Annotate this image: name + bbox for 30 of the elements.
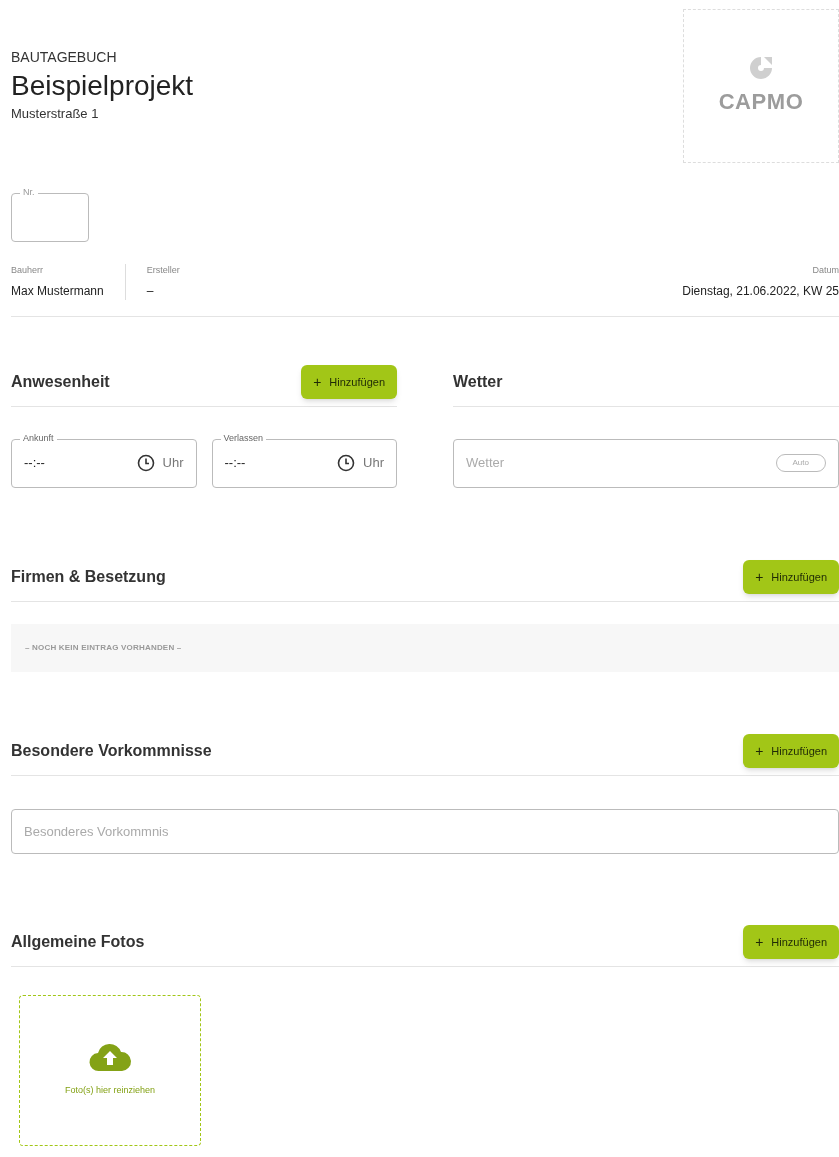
empty-text: – NOCH KEIN EINTRAG VORHANDEN – [25, 641, 182, 654]
clock-icon [136, 454, 155, 472]
unit-label: Uhr [162, 454, 184, 473]
drop-text: Foto(s) hier reinziehen [64, 1084, 155, 1098]
project-title: Beispielprojekt [11, 69, 194, 103]
add-button[interactable]: + Hinzufügen [743, 925, 839, 959]
date-value: Dienstag, 21.06.2022, KW 25 [682, 282, 839, 300]
section-title: Allgemeine Fotos [11, 932, 145, 952]
project-address: Musterstraße 1 [11, 105, 100, 123]
section-title: Anwesenheit [11, 372, 110, 392]
section-title: Wetter [453, 372, 503, 392]
cloud-upload-icon [88, 1042, 132, 1073]
meta-label: Ersteller [146, 264, 180, 277]
section-title: Besondere Vorkommnisse [11, 741, 212, 761]
date-label: Datum [812, 264, 839, 277]
time-value: --:-- [224, 454, 247, 473]
unit-label: Uhr [363, 454, 384, 473]
meta-label: Bauherr [11, 264, 45, 277]
logo-icon [748, 54, 774, 81]
add-button[interactable]: + Hinzufügen [743, 734, 839, 768]
add-button[interactable]: + Hinzufügen [743, 560, 839, 594]
meta-value: – [146, 282, 155, 300]
incident-field[interactable]: Besonderes Vorkommnis [11, 808, 839, 854]
time-value: --:-- [24, 454, 46, 473]
logo-text: CAPMO [718, 87, 804, 116]
overline: BAUTAGEBUCH [11, 48, 118, 67]
meta-value: Max Mustermann [11, 282, 104, 300]
clock-icon [337, 454, 356, 472]
section-title: Firmen & Besetzung [11, 567, 166, 587]
add-button[interactable]: + Hinzufügen [301, 365, 397, 399]
